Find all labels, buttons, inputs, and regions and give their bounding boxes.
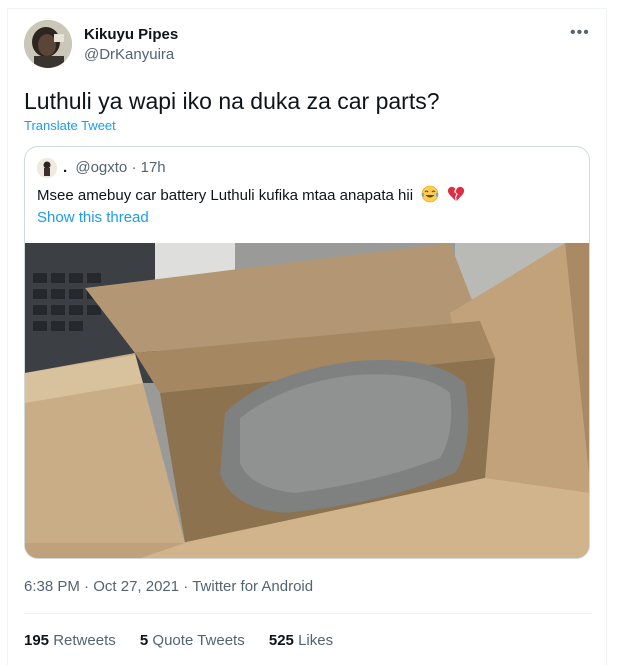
tweet-meta: 6:38 PM · Oct 27, 2021 · Twitter for And… bbox=[24, 578, 313, 595]
quote-tweets-count: 5 bbox=[139, 632, 149, 649]
likes-count: 525 bbox=[268, 632, 294, 649]
author-handle[interactable]: @DrKanyuira bbox=[84, 46, 174, 63]
separator-dot: · bbox=[131, 159, 137, 176]
face-with-tears-of-joy-icon bbox=[421, 185, 439, 207]
divider bbox=[24, 613, 591, 614]
quoted-author-name[interactable]: . bbox=[63, 159, 67, 176]
retweets-count: 195 bbox=[24, 632, 50, 649]
likes-label: Likes bbox=[298, 632, 334, 649]
likes-stat[interactable]: 525 Likes bbox=[269, 632, 333, 649]
tweet-stats: 195 Retweets 5 Quote Tweets 525 Likes bbox=[24, 632, 353, 649]
quoted-author-avatar bbox=[37, 158, 57, 178]
quoted-text-row: Msee amebuy car battery Luthuli kufika m… bbox=[37, 185, 465, 207]
quote-tweets-label: Quote Tweets bbox=[152, 632, 245, 649]
tweet-time[interactable]: 6:38 PM bbox=[24, 578, 80, 595]
quoted-author-handle[interactable]: @ogxto bbox=[75, 159, 127, 176]
meta-separator: · bbox=[84, 578, 90, 595]
more-options-icon[interactable]: ••• bbox=[570, 24, 590, 42]
broken-heart-icon bbox=[447, 185, 465, 207]
quoted-header: . @ogxto · 17h bbox=[63, 159, 166, 176]
tweet-date[interactable]: Oct 27, 2021 bbox=[93, 578, 179, 595]
quoted-text: Msee amebuy car battery Luthuli kufika m… bbox=[37, 187, 414, 204]
translate-tweet-link[interactable]: Translate Tweet bbox=[24, 118, 116, 133]
author-avatar[interactable] bbox=[24, 20, 72, 68]
tweet-text: Luthuli ya wapi iko na duka za car parts… bbox=[24, 88, 440, 114]
quote-tweets-stat[interactable]: 5 Quote Tweets bbox=[140, 632, 245, 649]
show-thread-link[interactable]: Show this thread bbox=[37, 209, 149, 226]
quoted-photo[interactable] bbox=[25, 243, 589, 558]
quoted-time[interactable]: 17h bbox=[141, 159, 166, 176]
tweet-source[interactable]: Twitter for Android bbox=[192, 578, 313, 595]
retweets-label: Retweets bbox=[53, 632, 116, 649]
meta-separator: · bbox=[183, 578, 189, 595]
quoted-tweet[interactable]: . @ogxto · 17h Msee amebuy car battery L… bbox=[24, 146, 590, 559]
retweets-stat[interactable]: 195 Retweets bbox=[24, 632, 116, 649]
author-name[interactable]: Kikuyu Pipes bbox=[84, 26, 178, 43]
